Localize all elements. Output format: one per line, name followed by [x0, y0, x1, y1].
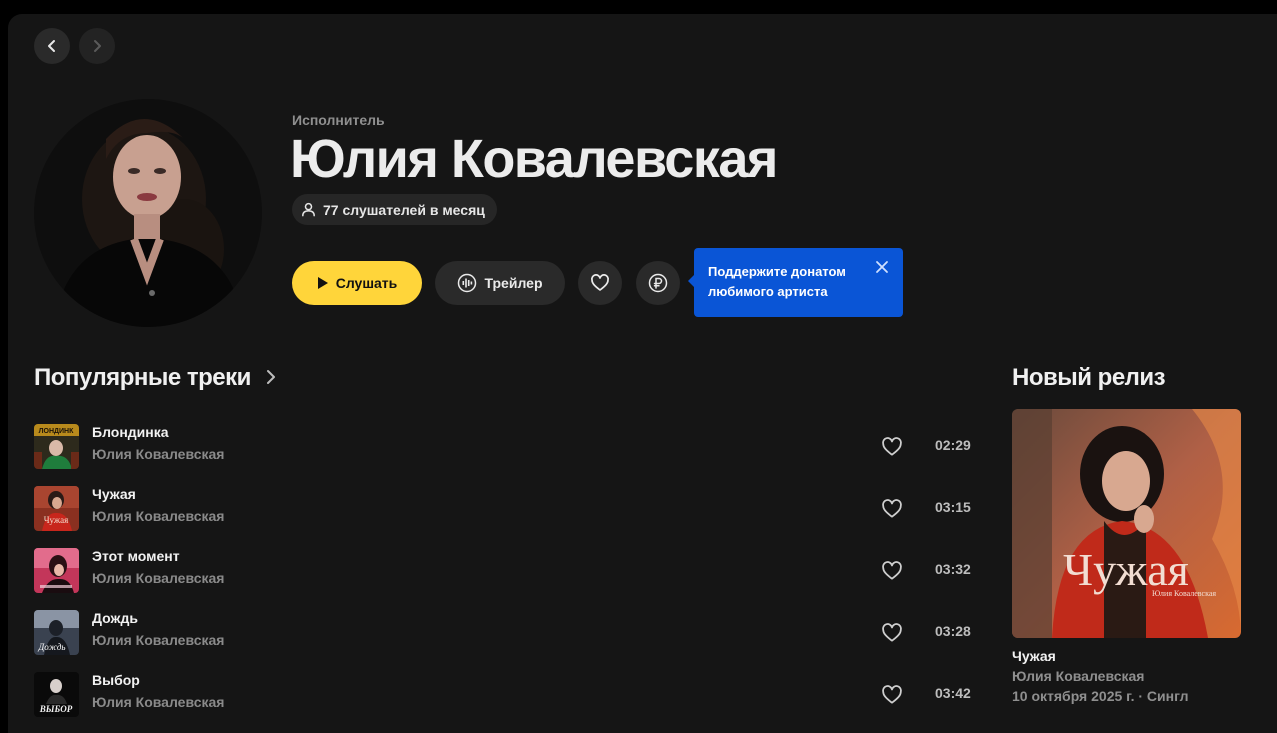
- artist-name: Юлия Ковалевская: [290, 129, 778, 189]
- track-row[interactable]: Этот момент Юлия Ковалевская 03:32: [34, 548, 979, 594]
- track-artist[interactable]: Юлия Ковалевская: [92, 446, 224, 462]
- user-icon: [302, 202, 315, 217]
- listeners-badge: 77 слушателей в месяц: [292, 194, 497, 225]
- track-duration: 03:28: [935, 623, 971, 639]
- track-artist[interactable]: Юлия Ковалевская: [92, 508, 224, 524]
- back-button[interactable]: [34, 28, 70, 64]
- play-label: Слушать: [335, 275, 398, 291]
- svg-text:Дождь: Дождь: [37, 642, 65, 652]
- track-title[interactable]: Выбор: [92, 672, 140, 688]
- heart-icon[interactable]: [881, 498, 903, 520]
- chevron-right-icon: [94, 40, 101, 52]
- cover-artist-text: Юлия Ковалевская: [1152, 589, 1216, 598]
- like-artist-button[interactable]: [578, 261, 622, 305]
- track-cover[interactable]: [34, 548, 79, 593]
- trailer-label: Трейлер: [484, 275, 543, 291]
- heart-icon[interactable]: [881, 436, 903, 458]
- chevron-right-icon: [267, 370, 276, 384]
- track-title[interactable]: Чужая: [92, 486, 136, 502]
- forward-button[interactable]: [79, 28, 115, 64]
- release-meta: 10 октября 2025 г. · Сингл: [1012, 688, 1189, 704]
- play-icon: [317, 277, 328, 289]
- track-cover[interactable]: ВЫБОР: [34, 672, 79, 717]
- release-artist[interactable]: Юлия Ковалевская: [1012, 668, 1144, 684]
- artist-avatar: [34, 99, 262, 327]
- track-cover[interactable]: Дождь: [34, 610, 79, 655]
- track-duration: 02:29: [935, 437, 971, 453]
- new-release-cover[interactable]: Чужая Юлия Ковалевская: [1012, 409, 1241, 638]
- track-row[interactable]: ЛОНДИНК Блондинка Юлия Ковалевская 02:29: [34, 424, 979, 470]
- heart-icon[interactable]: [881, 622, 903, 644]
- track-duration: 03:32: [935, 561, 971, 577]
- track-duration: 03:15: [935, 499, 971, 515]
- ruble-coin-icon: [648, 273, 668, 293]
- donate-button[interactable]: [636, 261, 680, 305]
- cover-title-text: Чужая: [1063, 544, 1189, 595]
- svg-text:ЛОНДИНК: ЛОНДИНК: [39, 428, 74, 435]
- track-artist[interactable]: Юлия Ковалевская: [92, 694, 224, 710]
- track-artist[interactable]: Юлия Ковалевская: [92, 570, 224, 586]
- popular-tracks-title: Популярные треки: [34, 364, 251, 391]
- tooltip-line-2: любимого артиста: [708, 284, 828, 299]
- new-release-heading: Новый релиз: [1012, 364, 1166, 391]
- heart-icon[interactable]: [881, 560, 903, 582]
- close-icon[interactable]: [875, 260, 889, 274]
- chevron-left-icon: [48, 40, 55, 52]
- listeners-count: 77 слушателей в месяц: [323, 201, 485, 218]
- track-title[interactable]: Дождь: [92, 610, 138, 626]
- tooltip-line-1: Поддержите донатом: [708, 264, 846, 279]
- track-artist[interactable]: Юлия Ковалевская: [92, 632, 224, 648]
- track-duration: 03:42: [935, 685, 971, 701]
- track-row[interactable]: Дождь Дождь Юлия Ковалевская 03:28: [34, 610, 979, 656]
- play-button[interactable]: Слушать: [292, 261, 422, 305]
- track-cover[interactable]: ЛОНДИНК: [34, 424, 79, 469]
- release-title[interactable]: Чужая: [1012, 648, 1056, 664]
- trailer-button[interactable]: Трейлер: [435, 261, 565, 305]
- svg-text:Чужая: Чужая: [44, 515, 69, 525]
- track-cover[interactable]: Чужая: [34, 486, 79, 531]
- heart-icon: [591, 274, 609, 291]
- track-row[interactable]: ВЫБОР Выбор Юлия Ковалевская 03:42: [34, 672, 979, 718]
- track-row[interactable]: Чужая Чужая Юлия Ковалевская 03:15: [34, 486, 979, 532]
- donate-tooltip: Поддержите донатом любимого артиста: [688, 248, 903, 317]
- artist-kicker: Исполнитель: [292, 112, 385, 128]
- track-title[interactable]: Блондинка: [92, 424, 169, 440]
- heart-icon[interactable]: [881, 684, 903, 706]
- svg-text:ВЫБОР: ВЫБОР: [39, 704, 73, 714]
- track-title[interactable]: Этот момент: [92, 548, 180, 564]
- trailer-wave-icon: [458, 273, 477, 293]
- popular-tracks-heading[interactable]: Популярные треки: [34, 364, 277, 392]
